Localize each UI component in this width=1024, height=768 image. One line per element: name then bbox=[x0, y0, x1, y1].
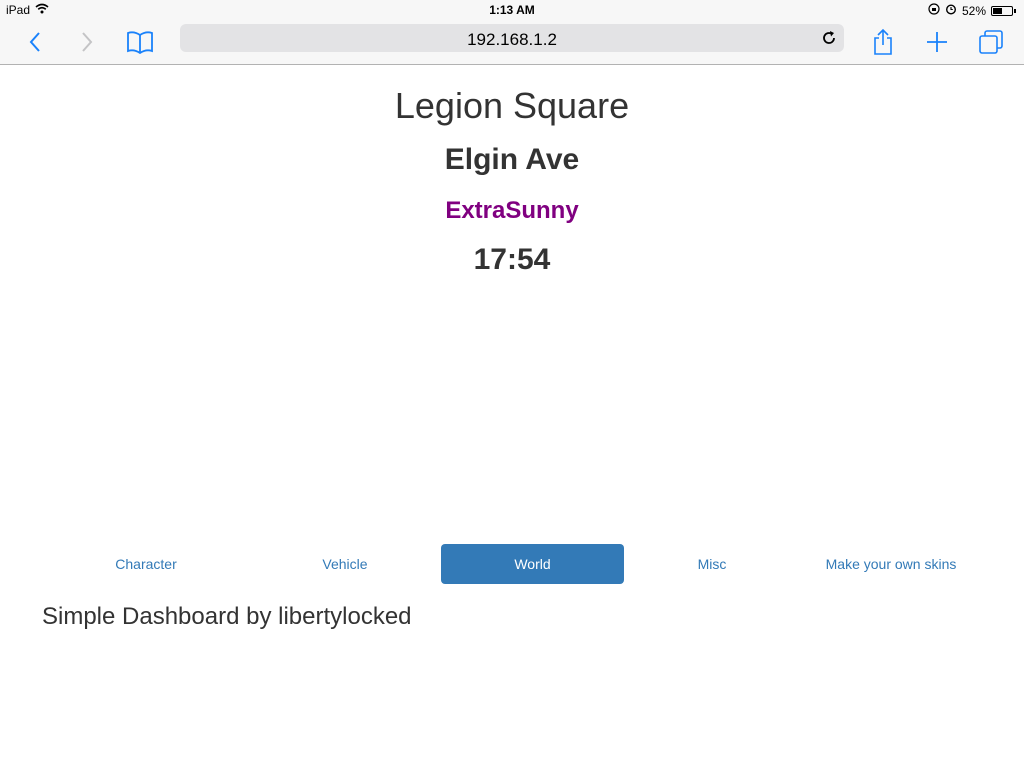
url-text: 192.168.1.2 bbox=[467, 30, 557, 49]
status-time: 1:13 AM bbox=[489, 3, 535, 17]
bookmarks-icon[interactable] bbox=[124, 20, 156, 64]
zone-name: Legion Square bbox=[394, 85, 630, 126]
browser-toolbar: 192.168.1.2 bbox=[0, 20, 1024, 65]
game-time: 17:54 bbox=[473, 243, 551, 276]
nav-tabs: Character Vehicle World Misc Make your o… bbox=[42, 544, 982, 584]
status-bar: iPad 1:13 AM 52% bbox=[0, 0, 1024, 20]
back-icon[interactable] bbox=[22, 20, 48, 64]
dashboard-credit: Simple Dashboard by libertylocked bbox=[42, 603, 412, 630]
status-bar-right: 52% bbox=[928, 3, 1016, 18]
battery-tip bbox=[1014, 8, 1016, 13]
weather-label: ExtraSunny bbox=[445, 197, 579, 224]
address-bar[interactable]: 192.168.1.2 bbox=[180, 24, 844, 52]
battery-icon bbox=[991, 5, 1013, 16]
tabs-icon[interactable] bbox=[976, 20, 1006, 64]
alarm-icon bbox=[945, 3, 957, 18]
tab-make-your-own-skins[interactable]: Make your own skins bbox=[802, 544, 980, 584]
tab-character[interactable]: Character bbox=[42, 544, 250, 584]
share-icon[interactable] bbox=[870, 20, 896, 64]
forward-icon[interactable] bbox=[74, 20, 100, 64]
orientation-lock-icon bbox=[928, 3, 940, 18]
tab-misc[interactable]: Misc bbox=[632, 544, 792, 584]
battery-percent: 52% bbox=[961, 3, 986, 18]
reload-icon[interactable] bbox=[820, 29, 838, 47]
add-icon[interactable] bbox=[924, 20, 950, 64]
tab-vehicle[interactable]: Vehicle bbox=[246, 544, 444, 584]
street-name: Elgin Ave bbox=[444, 143, 580, 176]
tab-world[interactable]: World bbox=[441, 544, 624, 584]
